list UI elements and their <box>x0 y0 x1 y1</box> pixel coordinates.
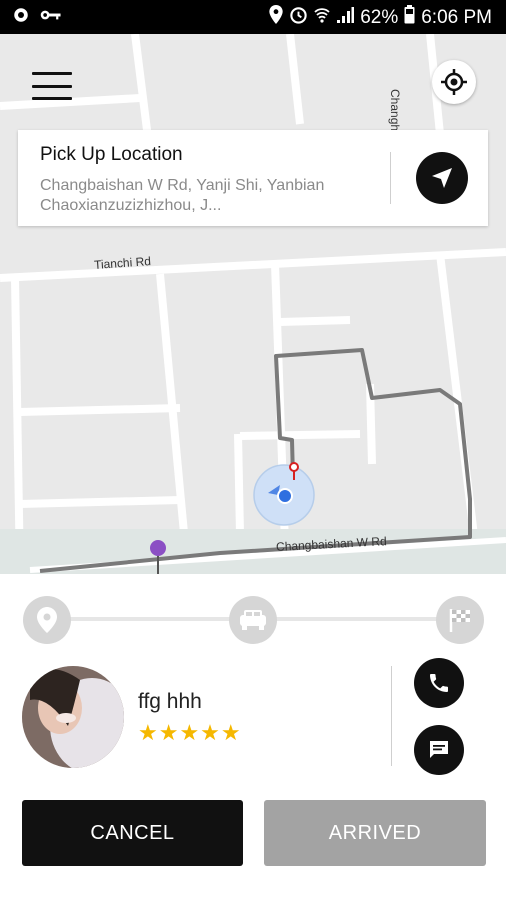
menu-icon <box>32 72 72 75</box>
my-location-button[interactable] <box>432 60 476 104</box>
signal-icon <box>336 6 355 30</box>
divider <box>390 152 391 204</box>
settings-icon <box>12 6 30 29</box>
message-driver-button[interactable] <box>414 725 464 775</box>
checkered-flag-icon <box>449 609 470 632</box>
battery-icon <box>404 5 415 30</box>
pickup-title: Pick Up Location <box>40 144 183 165</box>
map-view[interactable]: Tianchi Rd Changbaishan W Rd Changhe S <box>0 34 506 574</box>
step-destination <box>436 596 484 644</box>
alarm-icon <box>289 5 308 30</box>
pickup-address[interactable]: Changbaishan W Rd, Yanji Shi, Yanbian Ch… <box>40 176 370 216</box>
map-streets <box>0 34 506 574</box>
status-bar: 62% 6:06 PM <box>0 0 506 34</box>
step-pickup <box>23 596 71 644</box>
phone-icon <box>430 674 448 692</box>
car-icon <box>240 610 266 630</box>
location-icon <box>269 5 283 30</box>
navigate-button[interactable] <box>416 152 468 204</box>
trip-progress <box>0 574 506 664</box>
call-driver-button[interactable] <box>414 658 464 708</box>
menu-button[interactable] <box>32 72 72 100</box>
pickup-location-card[interactable]: Pick Up Location Changbaishan W Rd, Yanj… <box>18 130 488 226</box>
navigation-arrow-icon <box>432 168 452 188</box>
driver-rating: ★★★★★ <box>138 720 242 745</box>
wifi-icon <box>314 6 330 30</box>
battery-percentage: 62% <box>360 6 399 28</box>
chat-icon <box>430 741 448 758</box>
cancel-button[interactable]: CANCEL <box>22 800 243 866</box>
divider <box>391 666 392 766</box>
driver-avatar <box>22 666 124 768</box>
step-ride <box>229 596 277 644</box>
clock: 6:06 PM <box>421 6 492 28</box>
arrived-button[interactable]: ARRIVED <box>264 800 486 866</box>
driver-name: ffg hhh <box>138 690 202 713</box>
key-icon <box>40 8 62 27</box>
pin-icon <box>37 607 57 633</box>
crosshair-icon <box>441 69 467 95</box>
